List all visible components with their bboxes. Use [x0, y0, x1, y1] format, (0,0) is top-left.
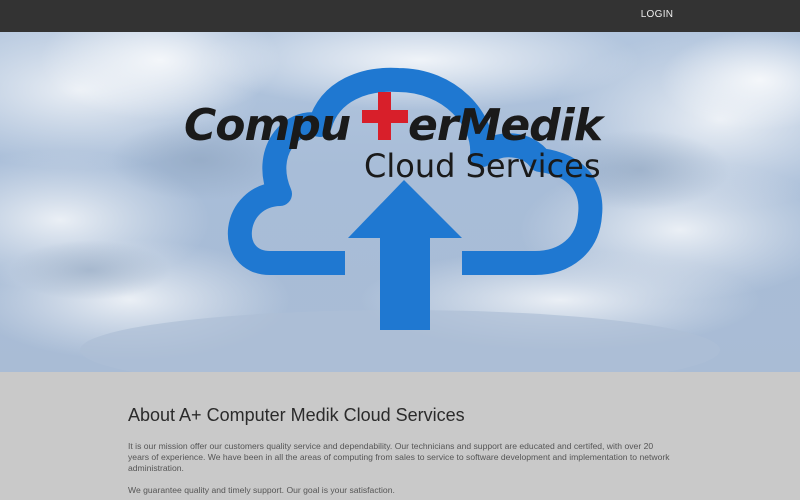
about-paragraph-mission: It is our mission offer our customers qu…: [128, 441, 670, 473]
logo-brand-left: Compu: [184, 100, 350, 151]
hero-graphic: Compu erMedik Cloud Services: [0, 32, 800, 372]
top-navigation-bar: LOGIN: [0, 0, 800, 32]
about-title: About A+ Computer Medik Cloud Services: [128, 405, 465, 425]
logo-subtitle: Cloud Services: [364, 147, 601, 185]
logo-brand-right: erMedik: [408, 100, 606, 151]
about-paragraph-guarantee: We guarantee quality and timely support.…: [128, 485, 395, 495]
hero-banner: Compu erMedik Cloud Services: [0, 32, 800, 372]
about-section: About A+ Computer Medik Cloud Services I…: [0, 372, 800, 500]
login-link[interactable]: LOGIN: [636, 9, 678, 20]
